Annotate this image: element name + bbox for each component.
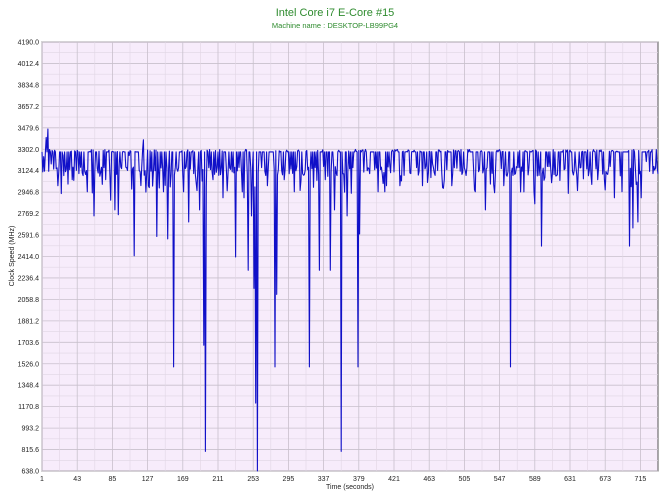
x-tick-label: 337 (318, 476, 330, 483)
y-tick-label: 1170.8 (18, 404, 39, 411)
x-tick-label: 169 (177, 476, 189, 483)
x-tick-label: 505 (459, 476, 471, 483)
x-tick-label: 631 (564, 476, 576, 483)
y-tick-label: 2058.8 (18, 297, 40, 304)
y-tick-label: 1526.0 (18, 361, 40, 368)
y-tick-label: 3834.8 (18, 82, 40, 89)
y-tick-label: 1881.2 (18, 318, 40, 325)
x-tick-label: 715 (635, 476, 647, 483)
x-axis-ticks: 1 43 85 127 169 211 253 295 337 379 421 463 505 547 58… (40, 476, 646, 483)
x-tick-label: 43 (73, 476, 81, 483)
x-tick-label: 295 (283, 476, 295, 483)
y-tick-label: 1703.6 (18, 340, 40, 347)
y-tick-label: 3657.2 (18, 104, 40, 111)
x-tick-label: 463 (423, 476, 435, 483)
gridlines (41, 41, 658, 472)
y-tick-label: 2414.0 (18, 254, 40, 261)
clock-speed-chart: Intel Core i7 E-Core #15 Machine name : … (9, 7, 659, 491)
y-tick-label: 1348.4 (18, 383, 40, 390)
x-tick-label: 379 (353, 476, 365, 483)
x-tick-label: 1 (40, 476, 44, 483)
x-tick-label: 85 (109, 476, 117, 483)
y-tick-label: 4190.0 (18, 40, 40, 47)
y-tick-label: 4012.4 (18, 61, 40, 68)
y-tick-label: 3302.0 (18, 147, 40, 154)
x-tick-label: 253 (247, 476, 259, 483)
chart-title: Intel Core i7 E-Core #15 (276, 7, 395, 19)
x-tick-label: 127 (142, 476, 154, 483)
y-tick-label: 2769.2 (18, 211, 40, 218)
y-axis-ticks: 4190.0 4012.4 3834.8 3657.2 3479.6 3302.0 3124… (18, 40, 40, 476)
y-tick-label: 3479.6 (18, 125, 40, 132)
y-tick-label: 2946.8 (18, 190, 40, 197)
y-tick-label: 638.0 (21, 469, 39, 476)
x-tick-label: 673 (599, 476, 611, 483)
x-axis-label: Time (seconds) (326, 484, 374, 491)
y-tick-label: 3124.4 (18, 168, 40, 175)
y-tick-label: 2591.6 (18, 233, 40, 240)
y-tick-label: 2236.4 (18, 275, 40, 282)
chart-subtitle: Machine name : DESKTOP-LB99PG4 (272, 21, 398, 30)
y-tick-label: 993.2 (21, 426, 39, 433)
x-tick-label: 547 (494, 476, 506, 483)
x-tick-label: 211 (212, 476, 223, 483)
y-tick-label: 815.6 (21, 447, 39, 454)
x-tick-label: 589 (529, 476, 541, 483)
y-axis-label: Clock Speed (MHz) (9, 226, 16, 287)
x-tick-label: 421 (388, 476, 400, 483)
